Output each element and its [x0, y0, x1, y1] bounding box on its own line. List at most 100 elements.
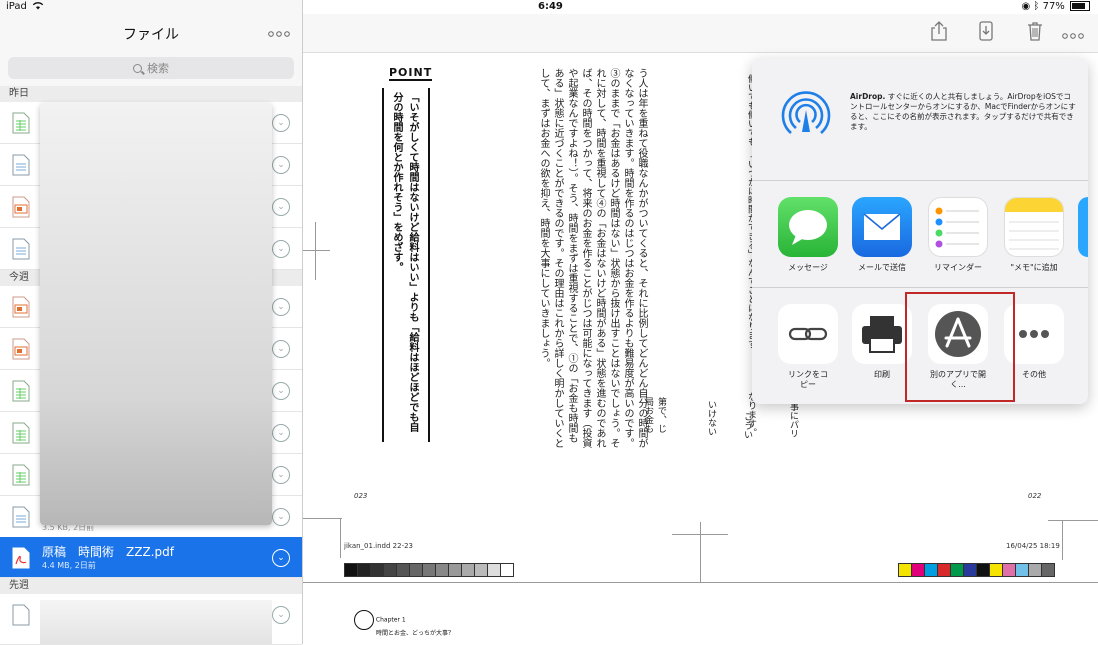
crop-mark	[1048, 520, 1098, 521]
app-icon	[1078, 197, 1088, 257]
preview-overlay	[40, 103, 272, 525]
app-label: リマインダー	[934, 263, 982, 272]
chevron-down-icon[interactable]: ⌄	[272, 240, 290, 258]
text-fragment: 事にパリ	[788, 402, 798, 438]
reminders-icon	[928, 197, 988, 257]
crop-mark	[1062, 520, 1063, 560]
file-meta: 4.4 MB, 2日前	[42, 561, 96, 570]
battery-icon	[1070, 1, 1090, 11]
text-fragment: 局お金も	[643, 397, 653, 433]
spreadsheet-file-icon	[12, 380, 30, 402]
spreadsheet-file-icon	[12, 112, 30, 134]
chevron-down-icon[interactable]: ⌄	[272, 424, 290, 442]
sidebar-header: ファイル	[0, 14, 302, 52]
save-to-device-icon[interactable]	[975, 20, 997, 42]
copy-link-button[interactable]: リンクをコピー	[778, 304, 838, 390]
search-icon	[133, 63, 142, 73]
printer-icon	[852, 304, 912, 364]
grayscale-bar	[344, 563, 514, 577]
chevron-down-icon[interactable]: ⌄	[272, 606, 290, 624]
section-yesterday: 昨日	[0, 86, 302, 102]
body-text: う人は年を重ねて役職なんかがついてくると、それに比例してどんどん自分の時間がなく…	[538, 68, 647, 448]
battery-percent: 77%	[1042, 1, 1065, 12]
search-input[interactable]: 検索	[8, 57, 294, 79]
spreadsheet-file-icon	[12, 422, 30, 444]
more-icon[interactable]	[1062, 24, 1084, 43]
point-label: POINT	[389, 66, 433, 81]
presentation-file-icon	[12, 296, 30, 318]
messages-app-button[interactable]: メッセージ	[778, 197, 838, 273]
print-button[interactable]: 印刷	[852, 304, 912, 380]
point-text: 「いそがしくて時間はないけど給料はいい」よりも「給料はほどほどでも自分の時間を何…	[391, 92, 418, 432]
messages-icon	[778, 197, 838, 257]
text-fragment: いけない	[706, 400, 716, 436]
chevron-down-icon[interactable]: ⌄	[272, 508, 290, 526]
text-fragment: こうい	[742, 412, 752, 439]
airdrop-section[interactable]: AirDrop. すぐに近くの人と共有しましょう。AirDropをiOSでコント…	[752, 58, 1088, 181]
chevron-down-icon[interactable]: ⌄	[272, 382, 290, 400]
chevron-down-icon[interactable]: ⌄	[272, 298, 290, 316]
document-toolbar	[302, 14, 1098, 53]
file-sidebar: ファイル 検索 昨日 ⌄ ⌄ ⌄ ⌄ 今週 ⌄ ⌄ ⌄ ⌄ ⌄ 3.5 KB, …	[0, 0, 303, 645]
presentation-file-icon	[12, 338, 30, 360]
trash-icon[interactable]	[1024, 20, 1046, 42]
crop-mark	[302, 582, 1098, 583]
mail-app-button[interactable]: メールで送信	[852, 197, 912, 273]
chapter-label: Chapter 1	[375, 616, 406, 624]
print-slug: 16/04/25 18:19	[1006, 542, 1060, 550]
notes-icon	[1004, 197, 1064, 257]
clock: 6:49	[538, 1, 563, 12]
crop-mark	[315, 222, 316, 280]
file-row-selected[interactable]: 原稿 時間術 ZZZ.pdf 4.4 MB, 2日前 ⌄	[0, 537, 302, 578]
airdrop-description: AirDrop. すぐに近くの人と共有しましょう。AirDropをiOSでコント…	[850, 92, 1076, 132]
crop-mark	[340, 518, 341, 558]
chevron-down-icon[interactable]: ⌄	[272, 466, 290, 484]
chapter-circle-icon	[354, 610, 374, 630]
search-placeholder: 検索	[147, 62, 169, 75]
page-number-left: 023	[354, 492, 368, 500]
chapter-tag: Chapter 1 時間とお金、どっちが大事？	[354, 610, 454, 638]
document-file-icon	[12, 506, 30, 528]
status-bar: iPad 6:49 ◉ ᛒ 77%	[0, 0, 1098, 14]
airdrop-title: AirDrop.	[850, 92, 886, 101]
chevron-down-icon[interactable]: ⌄	[272, 198, 290, 216]
battery-status: ◉ ᛒ 77%	[1021, 1, 1090, 12]
share-icon[interactable]	[928, 20, 950, 42]
airdrop-icon	[781, 91, 831, 134]
chevron-down-icon[interactable]: ⌄	[272, 549, 290, 567]
notes-app-button[interactable]: "メモ"に追加	[1004, 197, 1064, 273]
sidebar-title: ファイル	[123, 27, 179, 43]
crop-mark	[302, 518, 342, 519]
crop-mark	[302, 250, 330, 251]
document-file-icon	[12, 238, 30, 260]
device-label: iPad	[6, 1, 27, 12]
reminders-app-button[interactable]: リマインダー	[928, 197, 988, 273]
chevron-down-icon[interactable]: ⌄	[272, 114, 290, 132]
spreadsheet-file-icon	[12, 464, 30, 486]
crop-mark	[700, 522, 701, 582]
share-apps-row: メッセージ メールで送信 リマインダー "メモ"に追加	[752, 181, 1088, 288]
action-label: 印刷	[874, 370, 890, 379]
action-label: リンクをコピー	[788, 370, 828, 389]
mail-icon	[852, 197, 912, 257]
preview-overlay	[40, 600, 272, 644]
chevron-down-icon[interactable]: ⌄	[272, 156, 290, 174]
chevron-down-icon[interactable]: ⌄	[272, 340, 290, 358]
pdf-file-icon	[12, 547, 30, 569]
bluetooth-icon: ᛒ	[1033, 1, 1040, 12]
wifi-icon	[32, 1, 44, 13]
more-icon[interactable]	[268, 22, 290, 41]
chapter-subtitle: 時間とお金、どっちが大事？	[376, 630, 455, 637]
app-label: メッセージ	[788, 263, 828, 272]
page-number-right: 022	[1028, 492, 1042, 500]
document-file-icon	[12, 154, 30, 176]
link-icon	[778, 304, 838, 364]
more-apps-peek[interactable]	[1078, 197, 1088, 257]
presentation-file-icon	[12, 196, 30, 218]
color-bar	[898, 563, 1055, 577]
section-last-week: 先週	[0, 578, 302, 594]
app-label: メールで送信	[858, 263, 906, 272]
lock-rotation-icon: ◉	[1021, 1, 1031, 12]
document-file-icon	[12, 604, 30, 626]
highlight-box	[905, 292, 1015, 402]
